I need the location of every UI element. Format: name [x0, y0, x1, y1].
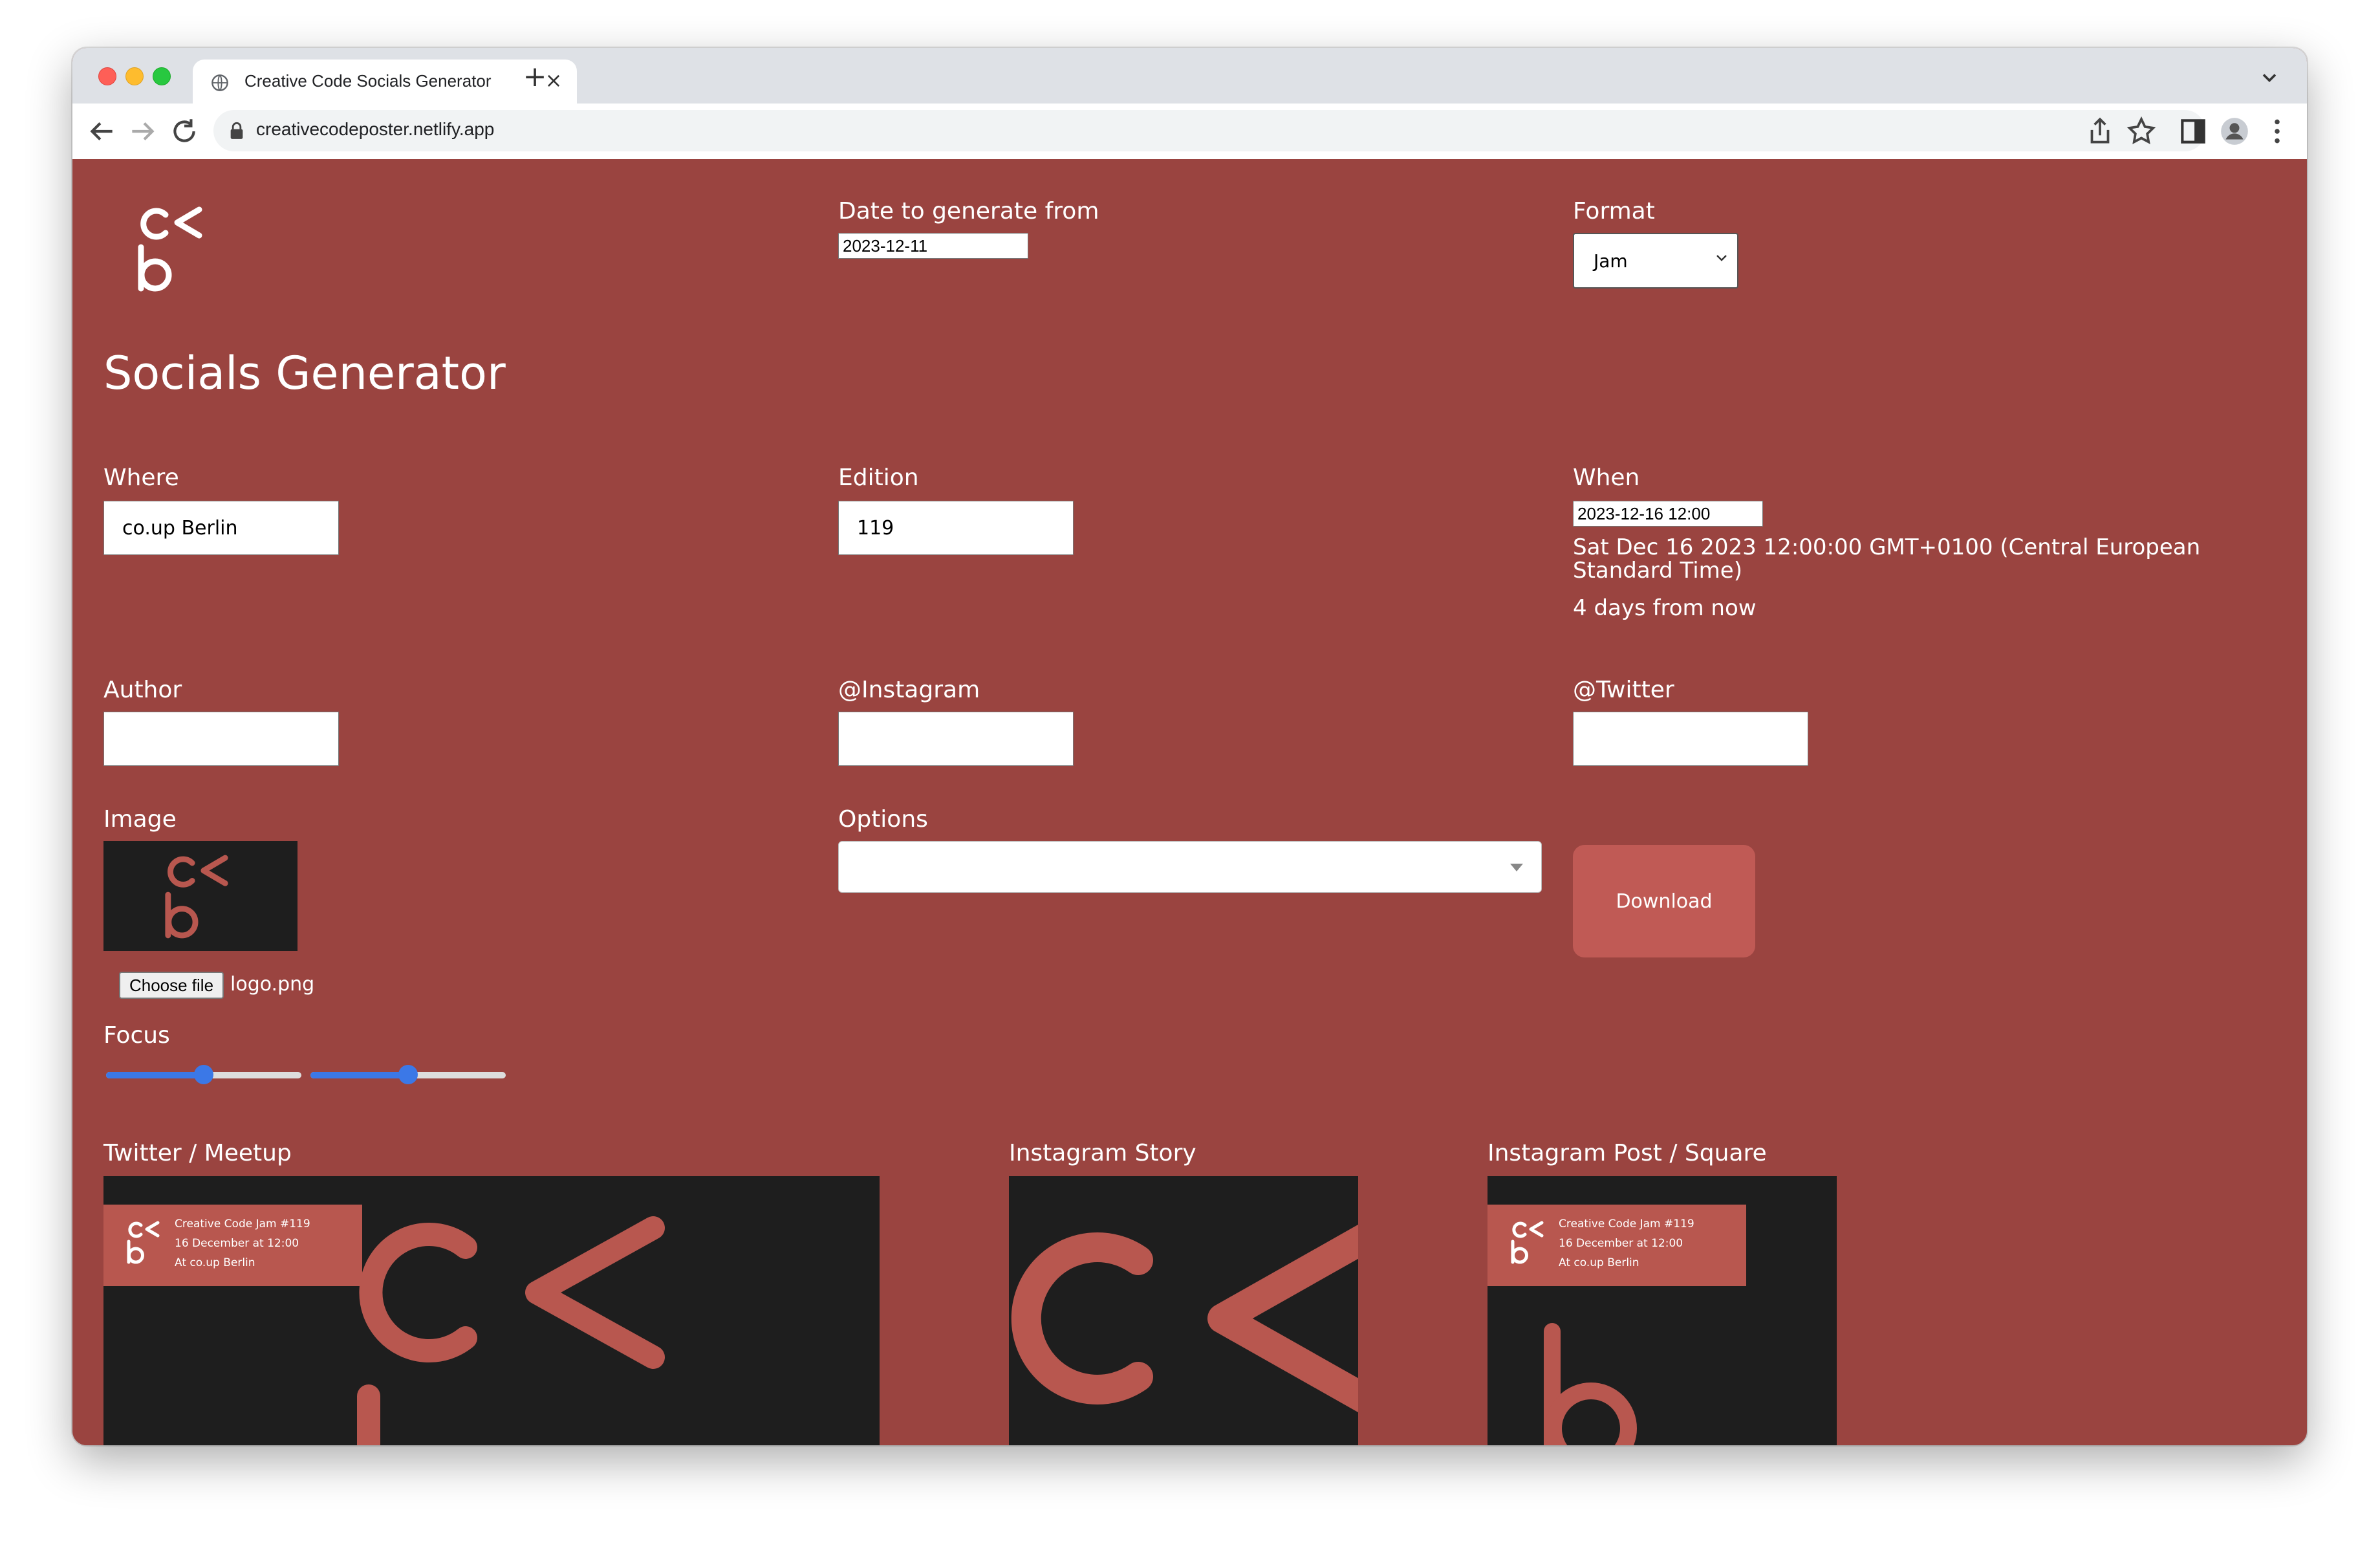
- slider-fill: [310, 1072, 408, 1078]
- browser-toolbar: creativecodeposter.netlify.app: [72, 104, 2307, 160]
- instagram-post-preview: Creative Code Jam #119 16 December at 12…: [1488, 1176, 1837, 1445]
- brand-logo: [138, 206, 202, 292]
- forward-arrow-icon[interactable]: [127, 115, 159, 148]
- options-label: Options: [838, 806, 928, 833]
- close-window-button[interactable]: [98, 67, 116, 85]
- twitter-preview: Creative Code Jam #119 16 December at 12…: [103, 1176, 880, 1445]
- share-icon[interactable]: [2084, 115, 2116, 148]
- edition-input[interactable]: 119: [838, 501, 1074, 555]
- instagram-story-preview: [1009, 1176, 1358, 1445]
- edition-label: Edition: [838, 464, 919, 491]
- instagram-input[interactable]: [838, 712, 1074, 766]
- post-logo-mark: [1544, 1323, 1637, 1445]
- more-menu-icon[interactable]: [2261, 115, 2293, 148]
- preview-banner: Creative Code Jam #119 16 December at 12…: [1488, 1205, 1746, 1286]
- when-input[interactable]: 2023-12-16 12:00: [1573, 501, 1763, 527]
- where-label: Where: [103, 464, 179, 491]
- banner-line-1: Creative Code Jam #119: [175, 1218, 310, 1230]
- banner-line-1: Creative Code Jam #119: [1559, 1218, 1694, 1230]
- page-content: Socials Generator Date to generate from …: [72, 159, 2307, 1445]
- tab-bar: Creative Code Socials Generator × +: [72, 48, 2307, 104]
- file-name: logo.png: [230, 973, 315, 996]
- maximize-window-button[interactable]: [153, 67, 171, 85]
- chevron-down-icon[interactable]: [2258, 66, 2281, 89]
- image-thumbnail: [103, 841, 298, 951]
- post-preview-label: Instagram Post / Square: [1488, 1140, 1767, 1166]
- banner-logo-mark: [1511, 1221, 1544, 1264]
- author-input[interactable]: [103, 712, 339, 766]
- preview-banner: Creative Code Jam #119 16 December at 12…: [103, 1205, 362, 1286]
- back-arrow-icon[interactable]: [85, 115, 118, 148]
- dropdown-arrow-icon: [1510, 864, 1523, 871]
- large-logo-mark: [357, 1216, 665, 1445]
- twitter-preview-label: Twitter / Meetup: [103, 1140, 292, 1166]
- sidebar-icon[interactable]: [2177, 115, 2209, 148]
- story-preview-label: Instagram Story: [1009, 1140, 1196, 1166]
- twitter-input[interactable]: [1573, 712, 1808, 766]
- banner-logo-mark: [127, 1221, 160, 1264]
- date-input[interactable]: 2023-12-11: [838, 233, 1028, 259]
- when-full-date: Sat Dec 16 2023 12:00:00 GMT+0100 (Centr…: [1573, 534, 2201, 584]
- choose-file-button[interactable]: Choose file: [119, 972, 224, 999]
- slider-thumb[interactable]: [398, 1065, 418, 1084]
- format-select[interactable]: Jam: [1573, 233, 1738, 289]
- globe-icon: [211, 74, 228, 91]
- minimize-window-button[interactable]: [125, 67, 144, 85]
- story-logo-mark: [1011, 1224, 1358, 1413]
- logo-thumbnail-mark: [165, 855, 228, 939]
- address-bar[interactable]: creativecodeposter.netlify.app: [213, 110, 2205, 151]
- chevron-down-icon: [1716, 255, 1727, 261]
- download-button[interactable]: Download: [1573, 845, 1755, 957]
- date-label: Date to generate from: [838, 198, 1099, 224]
- format-selected-value: Jam: [1594, 250, 1628, 272]
- image-label: Image: [103, 806, 177, 833]
- profile-avatar-icon[interactable]: [2218, 115, 2251, 148]
- banner-line-3: At co.up Berlin: [175, 1256, 255, 1269]
- slider-fill: [106, 1072, 204, 1078]
- banner-line-2: 16 December at 12:00: [175, 1237, 299, 1250]
- banner-line-2: 16 December at 12:00: [1559, 1237, 1683, 1250]
- slider-thumb[interactable]: [194, 1065, 213, 1084]
- when-label: When: [1573, 464, 1640, 491]
- banner-line-3: At co.up Berlin: [1559, 1256, 1639, 1269]
- star-icon[interactable]: [2125, 115, 2158, 148]
- reload-icon[interactable]: [168, 115, 200, 148]
- browser-window: Creative Code Socials Generator × + crea…: [72, 48, 2307, 1445]
- focus-label: Focus: [103, 1022, 170, 1049]
- page-title: Socials Generator: [103, 347, 506, 400]
- tab-title: Creative Code Socials Generator: [244, 71, 492, 91]
- where-input[interactable]: co.up Berlin: [103, 501, 339, 555]
- url-text: creativecodeposter.netlify.app: [256, 119, 495, 139]
- options-select[interactable]: [838, 841, 1542, 893]
- twitter-label: @Twitter: [1573, 677, 1674, 703]
- author-label: Author: [103, 677, 182, 703]
- when-relative: 4 days from now: [1573, 595, 1757, 621]
- lock-icon: [230, 122, 243, 139]
- focus-x-slider[interactable]: [106, 1062, 301, 1088]
- focus-y-slider[interactable]: [310, 1062, 506, 1088]
- instagram-label: @Instagram: [838, 677, 980, 703]
- format-label: Format: [1573, 198, 1655, 224]
- new-tab-button[interactable]: +: [519, 61, 551, 93]
